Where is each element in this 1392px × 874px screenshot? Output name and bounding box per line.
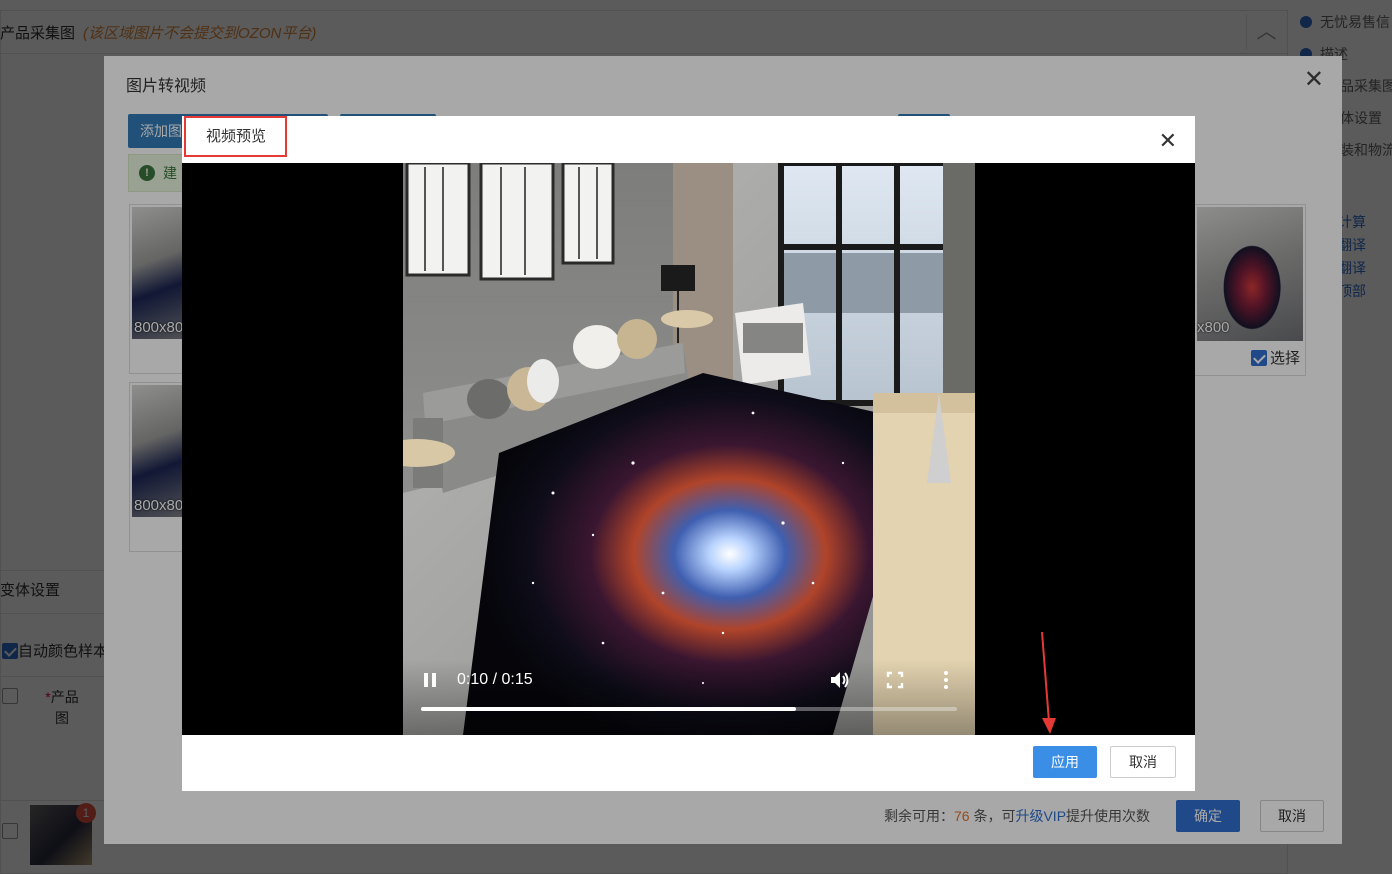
video-dialog-title: 视频预览 (184, 116, 287, 157)
living-room-scene (403, 163, 975, 735)
progress-fill (421, 707, 797, 711)
volume-button[interactable] (829, 670, 851, 693)
video-controls: 0:10 / 0:15 (403, 659, 975, 735)
pause-icon (424, 673, 436, 687)
more-options-button[interactable] (943, 670, 949, 693)
pause-button[interactable] (423, 671, 437, 692)
volume-icon (831, 672, 849, 688)
progress-track[interactable] (421, 707, 957, 711)
annotation-arrow-icon (1041, 631, 1056, 734)
video-dialog-header: 视频预览 ✕ (182, 116, 1195, 163)
fullscreen-icon (886, 671, 904, 689)
time-display: 0:10 / 0:15 (457, 671, 533, 688)
apply-button[interactable]: 应用 (1033, 746, 1097, 778)
video-frame (403, 163, 975, 735)
video-dialog-footer: 应用 取消 (182, 735, 1195, 791)
cancel-button[interactable]: 取消 (1110, 746, 1176, 778)
close-icon[interactable]: ✕ (1159, 130, 1177, 152)
fullscreen-button[interactable] (886, 671, 904, 692)
more-vertical-icon (944, 671, 948, 689)
